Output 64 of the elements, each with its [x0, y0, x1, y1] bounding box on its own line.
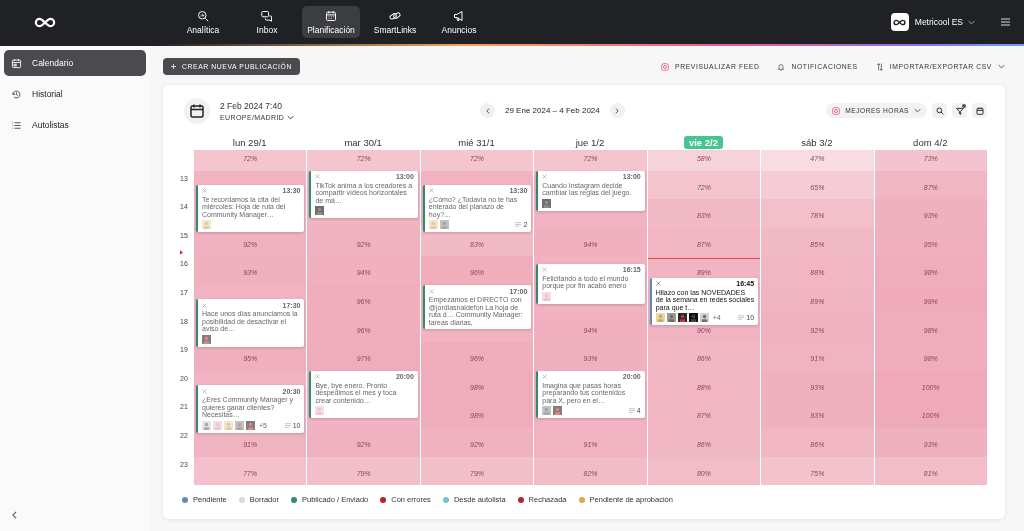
caret-icon — [968, 19, 975, 25]
x-mark-icon — [315, 374, 321, 380]
day-header: dom 4/2 — [912, 135, 949, 149]
day-header: lun 29/1 — [231, 135, 268, 149]
caret-icon — [914, 108, 921, 113]
chevron-right-icon — [615, 107, 620, 114]
calendar-icon — [184, 97, 210, 124]
chart-magnifier-icon — [197, 9, 209, 22]
x-mark-icon — [542, 267, 548, 273]
sidebar-item[interactable]: Autolistas — [4, 112, 146, 138]
x-mark-icon — [655, 281, 661, 287]
nav-tab[interactable]: SmartLinks — [366, 6, 424, 38]
today-badge: vie 2/2 — [683, 135, 723, 149]
list-icon — [284, 422, 291, 428]
megaphone-icon — [453, 9, 465, 22]
list-icon — [628, 408, 635, 414]
nav-tab[interactable]: Inbox — [238, 6, 296, 38]
chat-icon — [261, 9, 273, 22]
plus-icon — [171, 64, 176, 69]
current-time-marker — [180, 250, 183, 255]
account-dropdown[interactable]: Metricool ES — [914, 17, 975, 27]
x-mark-icon — [428, 188, 434, 194]
collapse-icon[interactable] — [12, 511, 17, 519]
camera-icon — [661, 62, 669, 71]
avatar-icon[interactable] — [890, 13, 909, 31]
calendar-button[interactable] — [972, 103, 987, 118]
sidebar-item[interactable]: Historial — [4, 81, 146, 107]
sidebar-item[interactable]: Calendario — [4, 50, 146, 76]
current-date: 2 Feb 2024 7:40 — [220, 100, 283, 111]
day-header: sáb 3/2 — [800, 135, 834, 149]
caret-icon — [998, 64, 1005, 69]
calendar-icon — [325, 9, 337, 22]
nav-tab[interactable]: Anuncios — [430, 6, 488, 38]
caret-icon — [287, 114, 295, 120]
calendar-icon — [11, 57, 22, 69]
date-range: 29 Ene 2024 – 4 Feb 2024 — [505, 106, 600, 115]
list-icon — [515, 222, 522, 228]
nav-tab[interactable]: Planificación — [302, 6, 360, 38]
camera-icon — [832, 106, 841, 115]
x-mark-icon — [542, 174, 548, 180]
x-mark-icon — [202, 302, 207, 308]
chevron-left-icon — [485, 107, 490, 114]
filter-button[interactable] — [952, 103, 967, 118]
day-header: mar 30/1 — [343, 135, 383, 149]
logo-icon[interactable] — [34, 16, 56, 28]
x-mark-icon — [542, 374, 548, 380]
x-mark-icon — [428, 288, 434, 294]
search-icon — [935, 106, 944, 115]
list-icon — [11, 119, 22, 131]
nav-tab[interactable]: Analítica — [174, 6, 232, 38]
sort-arrows-icon — [875, 62, 884, 71]
history-icon — [11, 88, 22, 100]
bell-icon — [777, 62, 786, 71]
day-header: jue 1/2 — [574, 135, 606, 149]
x-mark-icon — [315, 174, 321, 180]
search-button[interactable] — [932, 103, 947, 118]
link-icon — [389, 9, 401, 22]
filter-icon — [955, 106, 964, 115]
calendar-icon — [975, 106, 984, 115]
menu-icon[interactable] — [1001, 18, 1010, 26]
list-icon — [738, 315, 745, 321]
x-mark-icon — [202, 388, 207, 394]
x-mark-icon — [202, 188, 207, 194]
day-header: mié 31/1 — [457, 135, 496, 149]
